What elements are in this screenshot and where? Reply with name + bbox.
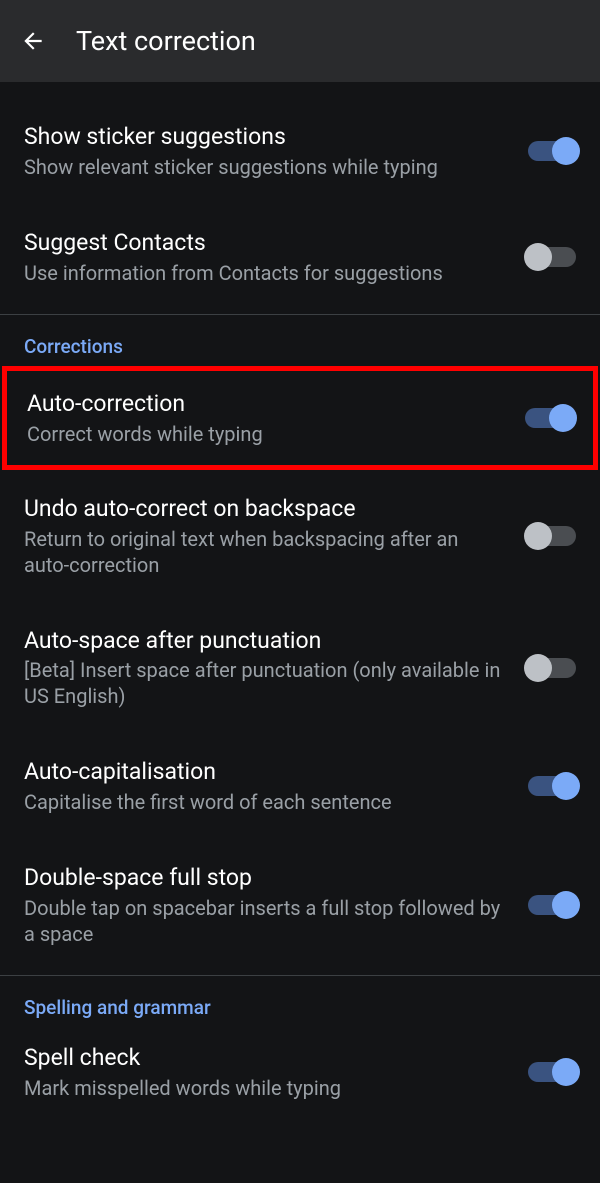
setting-title: Auto-space after punctuation [24, 626, 508, 656]
setting-spellcheck[interactable]: Spell check Mark misspelled words while … [0, 1027, 600, 1109]
setting-title: Double-space full stop [24, 863, 508, 893]
setting-title: Auto-correction [27, 389, 505, 419]
setting-text: Auto-capitalisation Capitalise the first… [24, 757, 528, 815]
setting-subtitle: Capitalise the first word of each senten… [24, 789, 508, 815]
setting-subtitle: Double tap on spacebar inserts a full st… [24, 895, 508, 947]
setting-subtitle: [Beta] Insert space after punctuation (o… [24, 657, 508, 709]
setting-text: Auto-correction Correct words while typi… [27, 389, 525, 447]
setting-text: Double-space full stop Double tap on spa… [24, 863, 528, 947]
setting-autospace[interactable]: Auto-space after punctuation [Beta] Inse… [0, 598, 600, 730]
setting-title: Spell check [24, 1043, 508, 1073]
setting-undo-autocorrect[interactable]: Undo auto-correct on backspace Return to… [0, 470, 600, 598]
section-header-spelling: Spelling and grammar [0, 976, 600, 1027]
setting-text: Suggest Contacts Use information from Co… [24, 228, 528, 286]
setting-text: Undo auto-correct on backspace Return to… [24, 494, 528, 578]
setting-autocap[interactable]: Auto-capitalisation Capitalise the first… [0, 729, 600, 835]
settings-content: Show sticker suggestions Show relevant s… [0, 82, 600, 1109]
setting-suggest-contacts[interactable]: Suggest Contacts Use information from Co… [0, 200, 600, 314]
toggle-switch[interactable] [528, 1062, 576, 1082]
toggle-switch[interactable] [528, 526, 576, 546]
setting-sticker-suggestions[interactable]: Show sticker suggestions Show relevant s… [0, 90, 600, 200]
setting-doublespace[interactable]: Double-space full stop Double tap on spa… [0, 835, 600, 975]
setting-text: Show sticker suggestions Show relevant s… [24, 122, 528, 180]
app-header: Text correction [0, 0, 600, 82]
section-header-corrections: Corrections [0, 315, 600, 366]
setting-subtitle: Mark misspelled words while typing [24, 1075, 508, 1101]
toggle-switch[interactable] [525, 408, 573, 428]
setting-title: Undo auto-correct on backspace [24, 494, 508, 524]
toggle-switch[interactable] [528, 247, 576, 267]
page-title: Text correction [76, 25, 256, 57]
setting-title: Show sticker suggestions [24, 122, 508, 152]
setting-subtitle: Return to original text when backspacing… [24, 526, 508, 578]
setting-auto-correction[interactable]: Auto-correction Correct words while typi… [7, 371, 593, 465]
setting-subtitle: Show relevant sticker suggestions while … [24, 154, 508, 180]
setting-subtitle: Correct words while typing [27, 421, 505, 447]
setting-title: Auto-capitalisation [24, 757, 508, 787]
toggle-switch[interactable] [528, 895, 576, 915]
setting-subtitle: Use information from Contacts for sugges… [24, 260, 508, 286]
setting-text: Auto-space after punctuation [Beta] Inse… [24, 626, 528, 710]
toggle-switch[interactable] [528, 141, 576, 161]
toggle-switch[interactable] [528, 658, 576, 678]
toggle-switch[interactable] [528, 776, 576, 796]
setting-text: Spell check Mark misspelled words while … [24, 1043, 528, 1101]
back-arrow-icon[interactable] [18, 26, 48, 56]
highlight-annotation: Auto-correction Correct words while typi… [2, 366, 598, 470]
setting-title: Suggest Contacts [24, 228, 508, 258]
